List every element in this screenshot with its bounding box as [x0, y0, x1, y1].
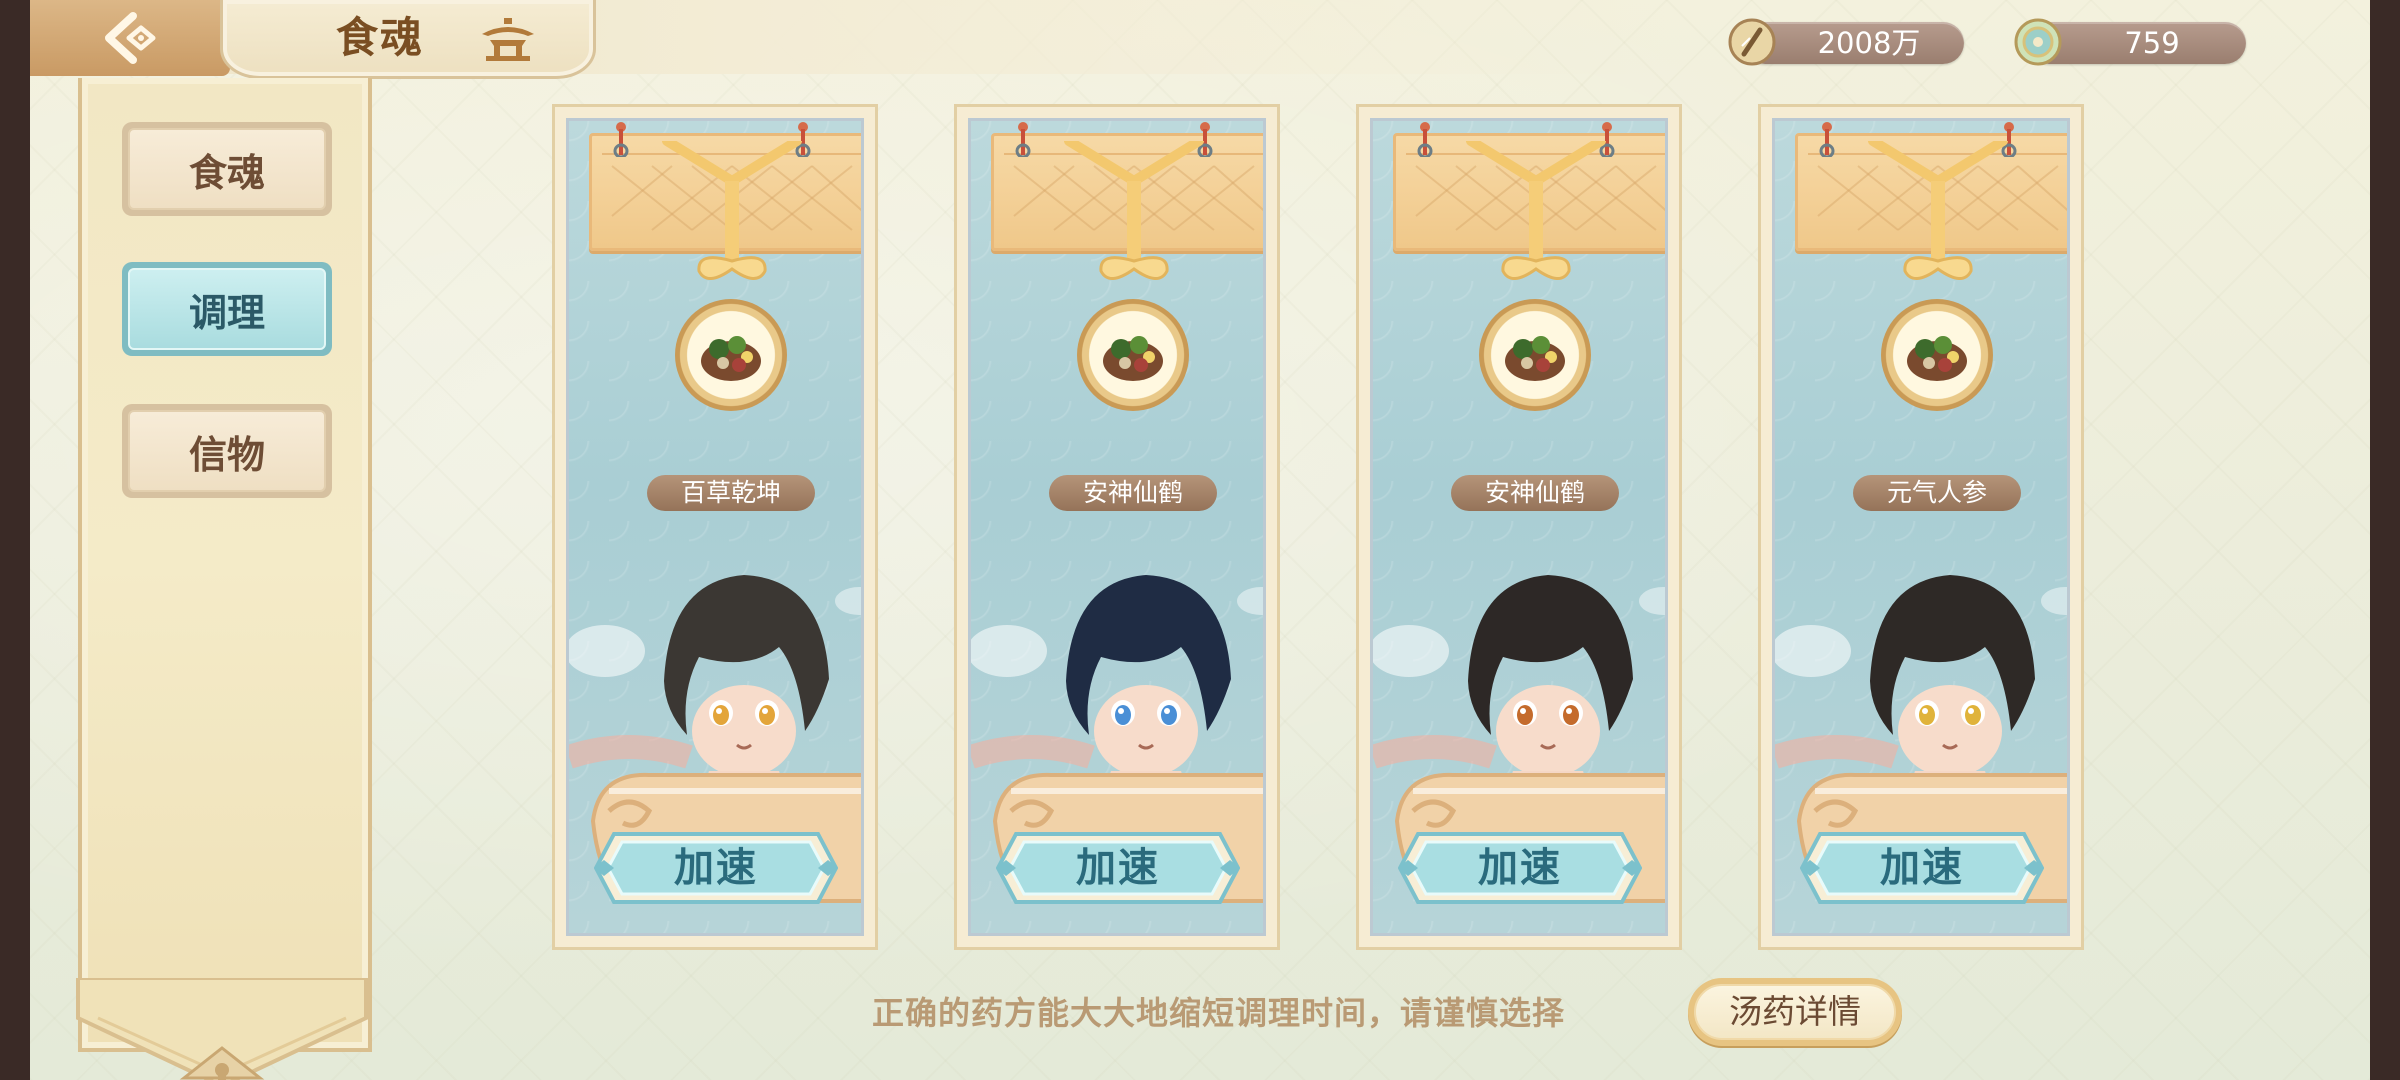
back-button[interactable] — [30, 0, 230, 76]
sidebar-item-label: 食魂 — [188, 149, 265, 195]
sidebar: 食魂 调理 信物 — [74, 78, 372, 1080]
medicine-name: 安神仙鹤 — [1451, 475, 1619, 511]
medicine-icon — [1881, 299, 1993, 411]
back-arrow-icon — [105, 12, 156, 64]
speed-up-label: 加速 — [1076, 844, 1160, 891]
medicine-name: 安神仙鹤 — [1049, 475, 1217, 511]
sidebar-panel — [78, 78, 372, 1052]
card-panel: 百草乾坤 — [566, 118, 864, 936]
sidebar-item-label: 信物 — [188, 431, 265, 477]
recovery-card[interactable]: 元气人参 加速 — [1758, 104, 2084, 950]
pin-icon — [613, 122, 629, 157]
page-title: 食魂 — [335, 13, 424, 62]
speed-up-label: 加速 — [1478, 844, 1562, 891]
sidebar-item-shihun[interactable]: 食魂 — [122, 122, 332, 216]
medicine-details-label: 汤药详情 — [1729, 992, 1861, 1031]
medicine-name: 百草乾坤 — [647, 475, 815, 511]
pin-icon — [1819, 122, 1835, 157]
speed-up-button[interactable]: 加速 — [594, 830, 838, 906]
ribbon-bow-icon — [1868, 141, 2008, 280]
medicine-name: 元气人参 — [1853, 475, 2021, 511]
recovery-card[interactable]: 百草乾坤 加速 — [552, 104, 878, 950]
card-panel: 安神仙鹤 — [968, 118, 1266, 936]
medicine-icon — [675, 299, 787, 411]
game-screen: 食魂 2008万 759 食魂 调理 信物 百草乾坤 加速 安神仙鹤 加速 安神… — [30, 0, 2370, 1080]
ribbon-bow-icon — [1064, 141, 1204, 280]
coin-value: 2008万 — [1817, 26, 1921, 60]
pin-icon — [1015, 122, 1031, 157]
sidebar-tassel-ornament — [76, 978, 368, 1080]
recovery-card[interactable]: 安神仙鹤 加速 — [1356, 104, 1682, 950]
hint-text: 正确的药方能大大地缩短调理时间，请谨慎选择 — [872, 994, 1566, 1032]
speed-up-button[interactable]: 加速 — [996, 830, 1240, 906]
ribbon-bow-icon — [662, 141, 802, 280]
speed-up-label: 加速 — [1880, 844, 1964, 891]
jade-disc-icon — [2014, 18, 2062, 66]
ribbon-bow-icon — [1466, 141, 1606, 280]
sidebar-item-xinwu[interactable]: 信物 — [122, 404, 332, 498]
medicine-icon — [1479, 299, 1591, 411]
medicine-icon — [1077, 299, 1189, 411]
speed-up-label: 加速 — [674, 844, 758, 891]
speed-up-button[interactable]: 加速 — [1398, 830, 1642, 906]
card-panel: 安神仙鹤 — [1370, 118, 1668, 936]
sidebar-item-tiaoli[interactable]: 调理 — [122, 262, 332, 356]
pin-icon — [1417, 122, 1433, 157]
medicine-details-button[interactable]: 汤药详情 — [1688, 978, 1902, 1046]
coin-icon — [1728, 18, 1776, 66]
recovery-card[interactable]: 安神仙鹤 加速 — [954, 104, 1280, 950]
sidebar-item-label: 调理 — [188, 289, 265, 335]
jade-value: 759 — [2124, 26, 2180, 60]
pavilion-home-icon[interactable] — [478, 16, 538, 62]
speed-up-button[interactable]: 加速 — [1800, 830, 2044, 906]
card-panel: 元气人参 — [1772, 118, 2070, 936]
